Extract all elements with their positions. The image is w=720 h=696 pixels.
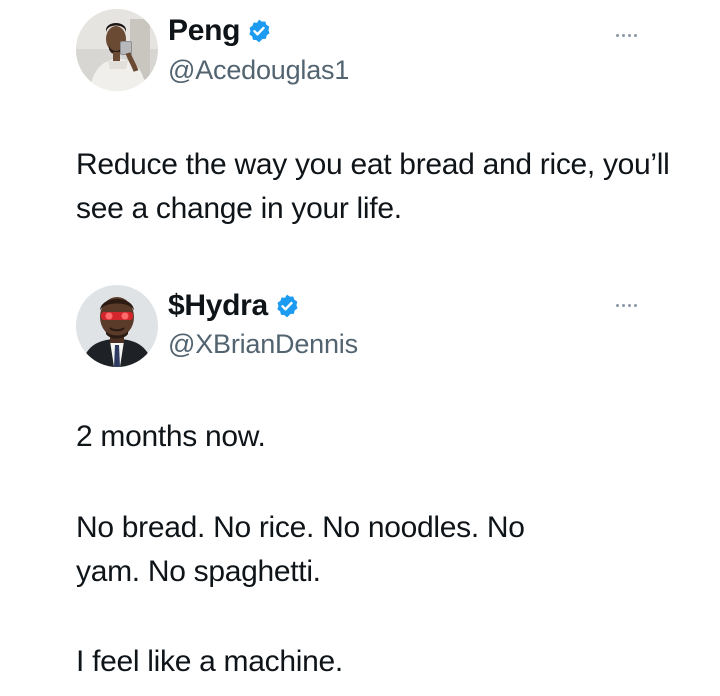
avatar[interactable] — [76, 285, 158, 367]
tweet-text: 2 months now. — [76, 415, 676, 459]
verified-badge-icon — [277, 294, 298, 318]
tweet-text: No bread. No rice. No noodles. No yam. N… — [76, 506, 596, 594]
user-photo-avatar-icon — [76, 285, 158, 367]
tweet-text: I feel like a machine. — [76, 640, 676, 684]
more-options-icon[interactable] — [616, 300, 642, 310]
tweet-paragraph: No bread. No rice. No noodles. No yam. N… — [76, 511, 525, 588]
tweet-card-hydra[interactable]: $Hydra @XBrianDennis 2 months now. No br… — [0, 0, 720, 696]
display-name[interactable]: $Hydra — [168, 289, 268, 323]
handle[interactable]: @XBrianDennis — [168, 328, 358, 360]
author-name-row: $Hydra — [168, 289, 300, 323]
tweet-paragraph: 2 months now. — [76, 420, 266, 453]
tweet-paragraph: I feel like a machine. — [76, 645, 343, 678]
